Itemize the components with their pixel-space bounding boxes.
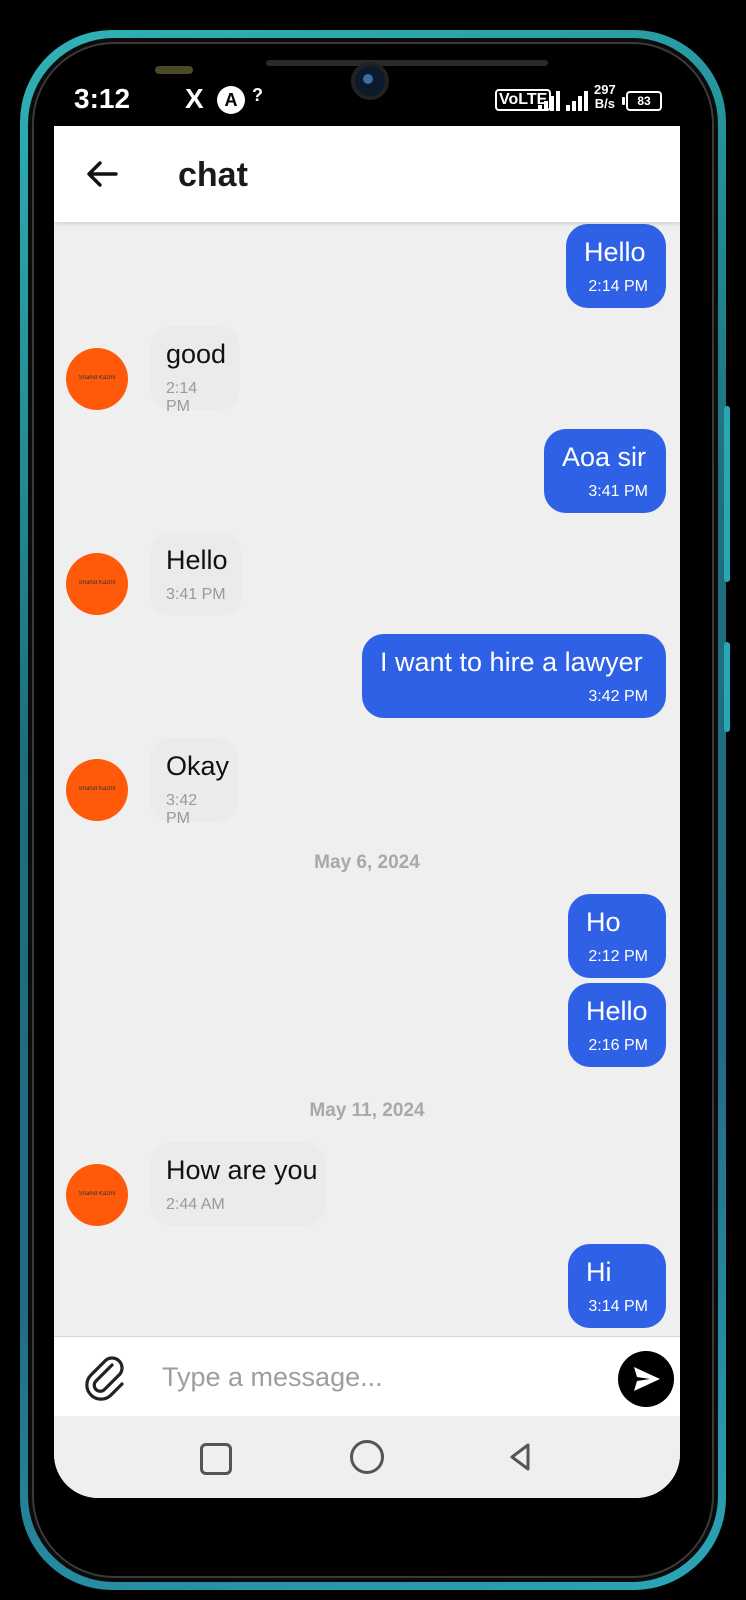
outgoing-message: Hello 2:14 PM: [566, 224, 666, 308]
message-time: 3:14 PM: [588, 1298, 648, 1315]
nav-back-icon[interactable]: [504, 1440, 538, 1474]
message-time: 2:16 PM: [588, 1037, 648, 1054]
message-time: 3:42 PM: [166, 792, 198, 827]
date-separator: May 6, 2024: [314, 852, 420, 873]
message-time: 2:14 PM: [588, 278, 648, 295]
incoming-message: good 2:14 PM: [150, 326, 240, 415]
network-speed-unit: B/s: [594, 96, 615, 111]
date-separator: May 11, 2024: [309, 1100, 425, 1121]
status-time: 3:12: [74, 83, 131, 114]
x-app-icon: X: [185, 83, 204, 114]
message-time: 3:42 PM: [588, 688, 648, 705]
status-bar: 3:12 X A ? VoLTE 297 B/s 83: [54, 75, 680, 123]
network-speed-value: 297: [594, 82, 616, 97]
message-time: 2:44 AM: [166, 1196, 225, 1213]
avatar[interactable]: [66, 759, 128, 821]
sensor-icon: [155, 66, 193, 74]
outgoing-message: Hello 2:16 PM: [568, 983, 666, 1067]
outgoing-message: Aoa sir 3:41 PM: [544, 429, 666, 513]
message-text: Hello: [586, 996, 648, 1026]
battery-icon: 83: [622, 91, 662, 111]
recent-apps-icon[interactable]: [200, 1443, 232, 1475]
message-text: Aoa sir: [562, 442, 647, 472]
message-list[interactable]: Hello 2:14 PM good 2:14 PM Aoa sir 3:41 …: [54, 222, 680, 1336]
outgoing-message: I want to hire a lawyer 3:42 PM: [362, 634, 666, 718]
signal-strength-icon: [538, 89, 562, 111]
notification-app-icon: A: [217, 86, 245, 114]
message-text: Ho: [586, 907, 621, 937]
system-navigation-bar: [54, 1416, 680, 1498]
app-bar: chat: [54, 126, 680, 222]
network-speed: 297 B/s: [594, 83, 616, 111]
incoming-message: Okay 3:42 PM: [150, 738, 238, 827]
back-arrow-icon[interactable]: [82, 154, 122, 194]
message-input[interactable]: [160, 1351, 604, 1403]
avatar[interactable]: [66, 348, 128, 410]
avatar[interactable]: [66, 1164, 128, 1226]
incoming-message: Hello 3:41 PM: [150, 532, 242, 616]
message-text: good: [166, 339, 227, 369]
message-text: Hello: [166, 545, 228, 575]
message-text: How are you: [166, 1155, 318, 1185]
message-text: Hello: [584, 237, 646, 267]
power-button: [724, 642, 730, 732]
send-button[interactable]: [618, 1351, 674, 1407]
paperclip-icon[interactable]: [82, 1353, 130, 1401]
message-time: 2:14 PM: [166, 380, 198, 415]
message-text: I want to hire a lawyer: [380, 647, 643, 677]
incoming-message: How are you 2:44 AM: [150, 1142, 326, 1226]
send-icon: [634, 1367, 660, 1391]
message-text: Okay: [166, 751, 230, 781]
earpiece-speaker: [266, 60, 548, 66]
page-title: chat: [178, 156, 248, 194]
outgoing-message: Ho 2:12 PM: [568, 894, 666, 978]
home-icon[interactable]: [350, 1440, 384, 1474]
message-text: Hi: [586, 1257, 612, 1287]
outgoing-message: Hi 3:14 PM: [568, 1244, 666, 1328]
volume-button: [724, 406, 730, 582]
app-screen: chat Hello 2:14 PM good 2:14 PM Aoa sir …: [54, 126, 680, 1498]
avatar[interactable]: [66, 553, 128, 615]
message-composer: [54, 1336, 680, 1417]
signal-strength-icon-2: [566, 89, 590, 111]
no-signal-icon: ?: [252, 85, 263, 105]
message-time: 3:41 PM: [588, 483, 648, 500]
message-time: 3:41 PM: [166, 586, 226, 603]
message-time: 2:12 PM: [588, 948, 648, 965]
